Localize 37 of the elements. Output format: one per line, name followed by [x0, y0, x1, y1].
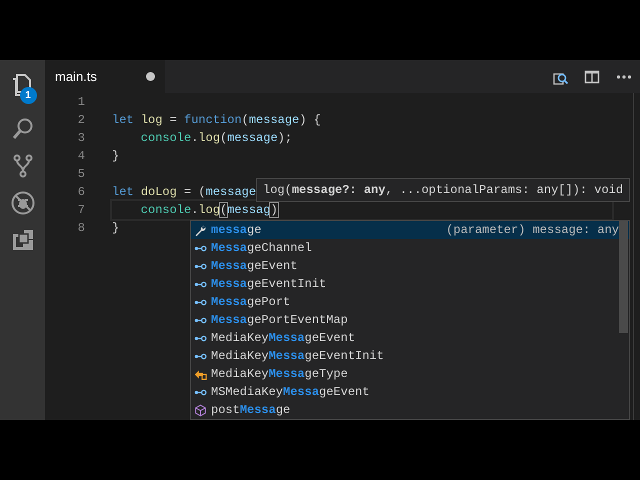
suggestion-item[interactable]: MessageEventInit: [191, 275, 629, 293]
parameter-hint: log(message?: any, ...optionalParams: any[]): void: [256, 178, 630, 202]
notification-badge: 1: [20, 87, 36, 104]
line-number: 4: [76, 148, 85, 165]
suggestion-item[interactable]: MessageChannel: [191, 239, 629, 257]
search-icon[interactable]: [10, 117, 34, 141]
code-line: }: [112, 220, 120, 237]
wrench-icon: [194, 224, 207, 236]
code-line: }: [112, 148, 120, 165]
suggestion-item[interactable]: MSMediaKeyMessageEvent: [191, 383, 629, 401]
suggestion-item[interactable]: message (parameter) message: any: [191, 221, 629, 239]
suggestion-item[interactable]: MessagePortEventMap: [191, 311, 629, 329]
source-control-icon[interactable]: [10, 154, 34, 178]
line-number: 1: [76, 94, 85, 111]
split-editor-icon[interactable]: [584, 68, 600, 84]
code-line: console.log(messag): [112, 201, 612, 219]
suggestion-item[interactable]: MediaKeyMessageEvent: [191, 329, 629, 347]
line-number: 2: [76, 112, 85, 129]
code-line: let log = function(message) {: [112, 112, 321, 129]
line-number: 8: [76, 220, 85, 237]
suggestion-item[interactable]: MediaKeyMessageEventInit: [191, 347, 629, 365]
suggestion-item[interactable]: MessagePort: [191, 293, 629, 311]
enum-icon: [194, 368, 207, 380]
suggestion-item[interactable]: MessageEvent: [191, 257, 629, 275]
line-number: 5: [76, 166, 85, 183]
code-line: let doLog = (message: [112, 184, 256, 201]
editor-tab[interactable]: main.ts: [45, 60, 165, 93]
line-number: 6: [76, 184, 85, 201]
cube-icon: [194, 404, 207, 416]
suggestion-item[interactable]: postMessage: [191, 401, 629, 419]
code-line: console.log(message);: [140, 130, 292, 147]
scrollbar-thumb[interactable]: [619, 221, 628, 333]
line-number: 7: [76, 202, 85, 219]
extensions-icon[interactable]: [10, 228, 34, 252]
line-number: 3: [76, 130, 85, 147]
debug-icon[interactable]: [10, 191, 34, 215]
suggestion-item[interactable]: MediaKeyMessageType: [191, 365, 629, 383]
